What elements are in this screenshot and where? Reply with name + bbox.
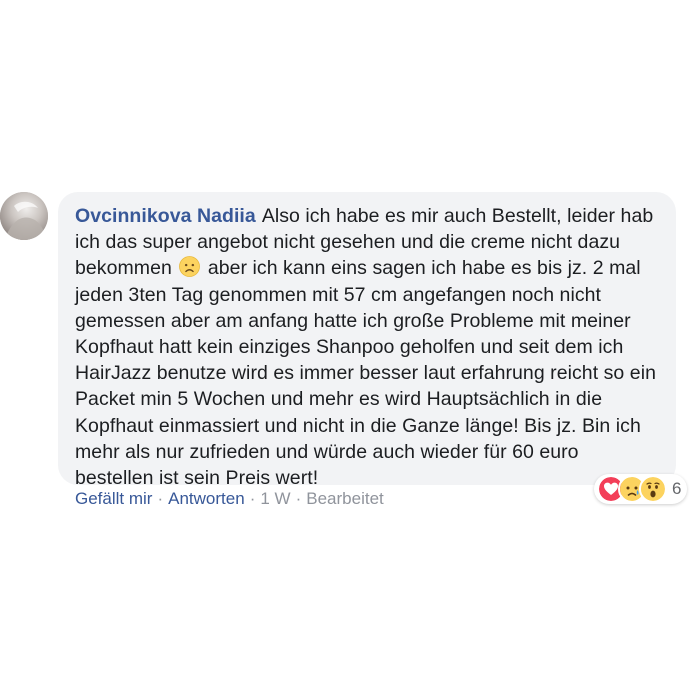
- sad-face-emoji-icon: [179, 256, 201, 278]
- comment-author[interactable]: Ovcinnikova Nadiia: [75, 205, 256, 227]
- reply-link[interactable]: Antworten: [168, 489, 245, 508]
- reaction-count: 6: [672, 479, 682, 498]
- comment-text-part2: aber ich kann eins sagen ich habe es bis…: [75, 257, 662, 490]
- separator: ·: [295, 489, 302, 508]
- edited-label[interactable]: Bearbeitet: [306, 489, 384, 508]
- like-link[interactable]: Gefällt mir: [75, 489, 152, 508]
- comment: Ovcinnikova Nadiia Also ich habe es mir a…: [0, 0, 700, 700]
- separator: ·: [157, 489, 164, 508]
- comment-actions: Gefällt mir · Antworten · 1 W · Bearbeitet: [75, 488, 384, 510]
- avatar[interactable]: [0, 192, 48, 240]
- reactions-summary[interactable]: 6: [594, 474, 688, 504]
- wow-reaction-icon: [639, 475, 667, 503]
- timestamp[interactable]: 1 W: [260, 489, 290, 508]
- comment-bubble: Ovcinnikova Nadiia Also ich habe es mir a…: [58, 192, 676, 489]
- separator: ·: [249, 489, 256, 508]
- avatar-photo-icon: [0, 192, 48, 240]
